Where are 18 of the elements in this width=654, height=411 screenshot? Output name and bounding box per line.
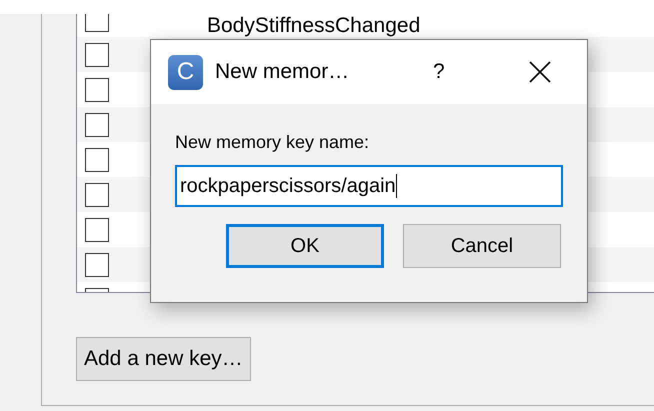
checkbox[interactable] [85,42,109,66]
cancel-button[interactable]: Cancel [403,224,561,268]
checkbox[interactable] [85,252,109,276]
app-icon: C [168,54,203,90]
checkbox[interactable] [85,14,109,32]
key-label: BodyStiffnessChanged [207,14,420,39]
close-icon[interactable] [528,61,551,83]
add-key-button[interactable]: Add a new key… [76,337,251,381]
checkbox[interactable] [85,148,109,172]
ok-button[interactable]: OK [226,224,384,268]
key-name-field[interactable]: rockpaperscissors/again [175,165,563,207]
window-title: New memor… [215,60,350,84]
checkbox[interactable] [85,218,109,242]
checkbox[interactable] [85,112,109,136]
help-button[interactable]: ? [429,60,449,84]
checkbox[interactable] [85,182,109,206]
checkbox[interactable] [85,78,109,102]
field-label: New memory key name: [175,132,370,153]
